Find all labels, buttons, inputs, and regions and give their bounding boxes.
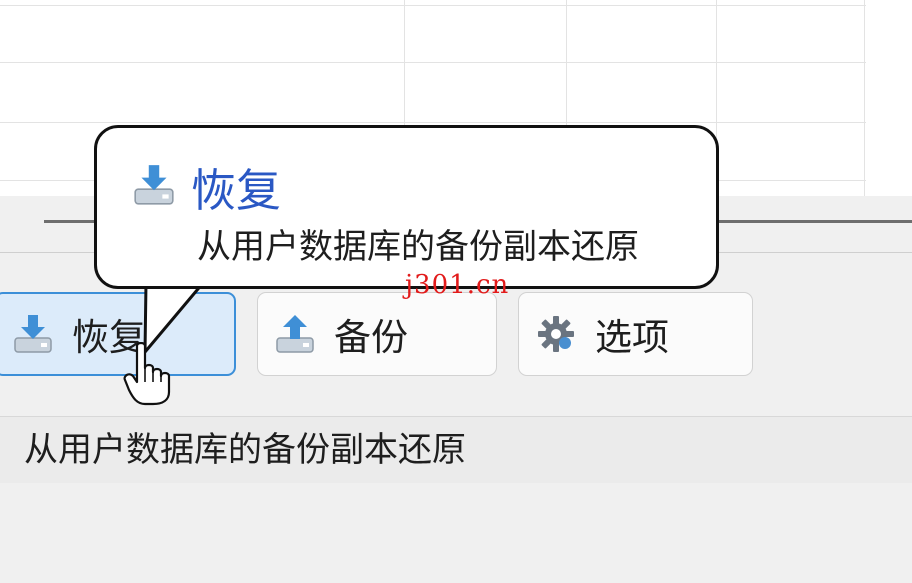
options-label: 选项 <box>595 316 669 359</box>
watermark: j301.cn <box>405 270 510 300</box>
backup-label: 备份 <box>334 316 408 359</box>
options-button[interactable]: 选项 <box>518 292 753 376</box>
tooltip-title: 恢复 <box>191 164 282 217</box>
tooltip-description: 从用户数据库的备份副本还原 <box>197 227 639 267</box>
restore-button[interactable]: 恢复 <box>0 292 236 376</box>
grid-line <box>0 62 866 63</box>
hand-cursor-icon <box>123 342 171 406</box>
restore-icon <box>131 162 177 212</box>
grid-line <box>0 122 866 123</box>
status-bar: 从用户数据库的备份副本还原 <box>0 417 912 483</box>
tooltip: 恢复 从用户数据库的备份副本还原 <box>94 125 719 289</box>
gear-icon <box>531 309 581 359</box>
backup-button[interactable]: 备份 <box>257 292 497 376</box>
grid-line <box>864 0 865 196</box>
grid-line <box>0 5 866 6</box>
backup-icon <box>270 309 320 359</box>
restore-icon <box>8 309 58 359</box>
